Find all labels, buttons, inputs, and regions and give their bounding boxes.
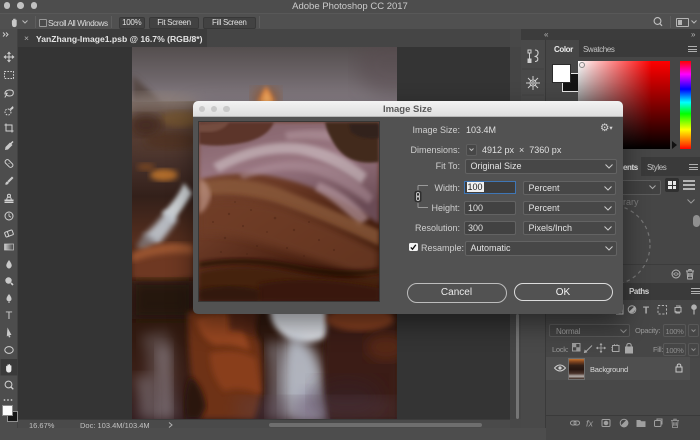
svg-text:T: T: [6, 310, 13, 322]
svg-text:fx: fx: [586, 418, 594, 428]
svg-text:T: T: [643, 306, 649, 317]
